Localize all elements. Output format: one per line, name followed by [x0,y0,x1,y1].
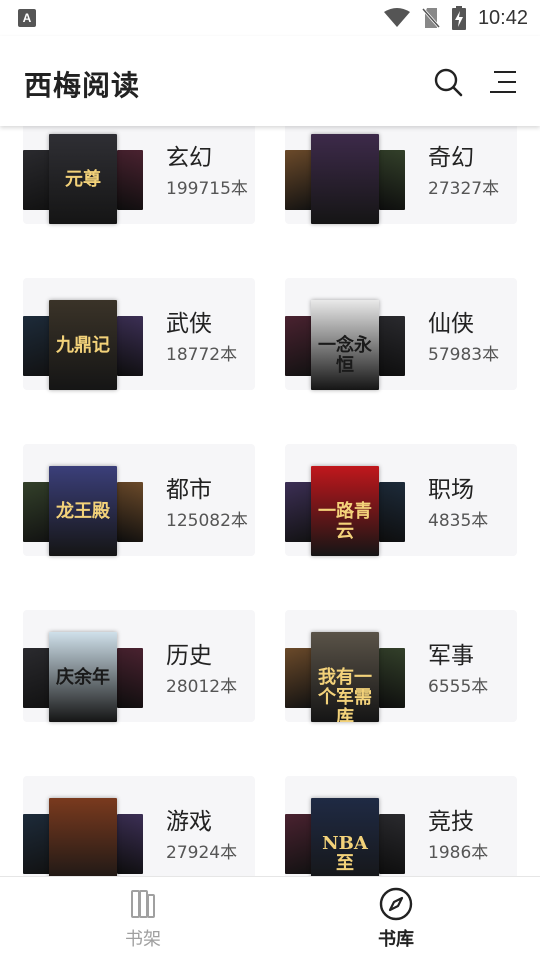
book-cover-main: 我有一个军需库 [311,632,379,722]
status-time: 10:42 [477,6,528,29]
notification-icon: A [18,9,36,27]
menu-button[interactable] [488,68,518,96]
category-card[interactable]: 庆余年 历史 28012本 [23,610,255,722]
category-name: 仙侠 [428,311,474,337]
bottom-nav: 书架 书库 [0,876,540,960]
bookshelf-icon [131,890,155,918]
nav-library-label: 书库 [378,929,414,950]
search-icon [434,68,463,97]
book-cover-thumbnail [379,316,405,376]
book-cover-thumbnail [117,316,143,376]
category-book-count: 6555本 [428,677,489,697]
category-card[interactable]: 一路青云 职场 4835本 [285,444,517,556]
book-cover-title: 庆余年 [56,667,110,688]
nav-library[interactable]: 书库 [336,887,456,951]
category-book-count: 125082本 [166,511,248,531]
category-card[interactable]: 游戏 27924本 [23,776,255,876]
search-button[interactable] [432,66,464,98]
no-sim-icon [421,8,440,28]
book-cover-thumbnail [379,150,405,210]
category-card[interactable]: NBA至 竞技 1986本 [285,776,517,876]
category-book-count: 199715本 [166,179,248,199]
nav-bookshelf[interactable]: 书架 [83,887,203,951]
wifi-icon [383,8,410,27]
book-cover-main [49,798,117,876]
book-cover-title: 我有一个军需库 [318,667,372,723]
book-cover-title: 一念永恒 [318,335,372,376]
category-name: 奇幻 [428,145,474,171]
status-bar: A 10:42 [0,0,540,36]
category-book-count: 28012本 [166,677,238,697]
category-name: 玄幻 [166,145,212,171]
app-bar: 西梅阅读 [0,36,540,126]
category-book-count: 27327本 [428,179,500,199]
status-indicators: 10:42 [383,6,528,30]
book-cover-main: 龙王殿 [49,466,117,556]
category-book-count: 27924本 [166,843,238,863]
book-cover-main: 元尊 [49,134,117,224]
category-card[interactable]: 一念永恒 仙侠 57983本 [285,278,517,390]
category-name: 竞技 [428,809,474,835]
book-cover-main: 一念永恒 [311,300,379,390]
category-list[interactable]: 元尊 玄幻 199715本 奇幻 27327本九鼎记 武侠 18772本 一念永恒 仙侠 5798… [0,126,540,876]
category-name: 游戏 [166,809,212,835]
book-cover-main: 九鼎记 [49,300,117,390]
category-card[interactable]: 我有一个军需库 军事 6555本 [285,610,517,722]
book-cover-thumbnail [379,814,405,874]
book-cover-thumbnail [117,648,143,708]
category-name: 都市 [166,477,212,503]
category-card[interactable]: 龙王殿 都市 125082本 [23,444,255,556]
book-cover-title: NBA至 [322,833,368,874]
compass-icon [379,887,413,921]
book-cover-thumbnail [379,482,405,542]
category-name: 历史 [166,643,212,669]
book-cover-thumbnail [117,482,143,542]
menu-icon [490,71,516,93]
category-card[interactable]: 奇幻 27327本 [285,126,517,224]
app-title: 西梅阅读 [24,69,141,102]
book-cover-thumbnail [117,814,143,874]
book-cover-title: 龙王殿 [56,501,110,522]
category-card[interactable]: 九鼎记 武侠 18772本 [23,278,255,390]
book-cover-main: NBA至 [311,798,379,876]
book-cover-title: 元尊 [65,169,101,190]
category-name: 武侠 [166,311,212,337]
book-cover-main: 庆余年 [49,632,117,722]
book-cover-main [311,134,379,224]
book-cover-title: 九鼎记 [56,335,110,356]
book-cover-main: 一路青云 [311,466,379,556]
battery-charging-icon [451,6,466,30]
category-book-count: 57983本 [428,345,500,365]
book-cover-thumbnail [379,648,405,708]
nav-bookshelf-label: 书架 [125,929,161,950]
book-cover-thumbnail [117,150,143,210]
category-book-count: 18772本 [166,345,238,365]
category-name: 军事 [428,643,474,669]
book-cover-title: 一路青云 [318,501,372,542]
category-book-count: 1986本 [428,843,489,863]
category-name: 职场 [428,477,474,503]
category-card[interactable]: 元尊 玄幻 199715本 [23,126,255,224]
category-book-count: 4835本 [428,511,489,531]
